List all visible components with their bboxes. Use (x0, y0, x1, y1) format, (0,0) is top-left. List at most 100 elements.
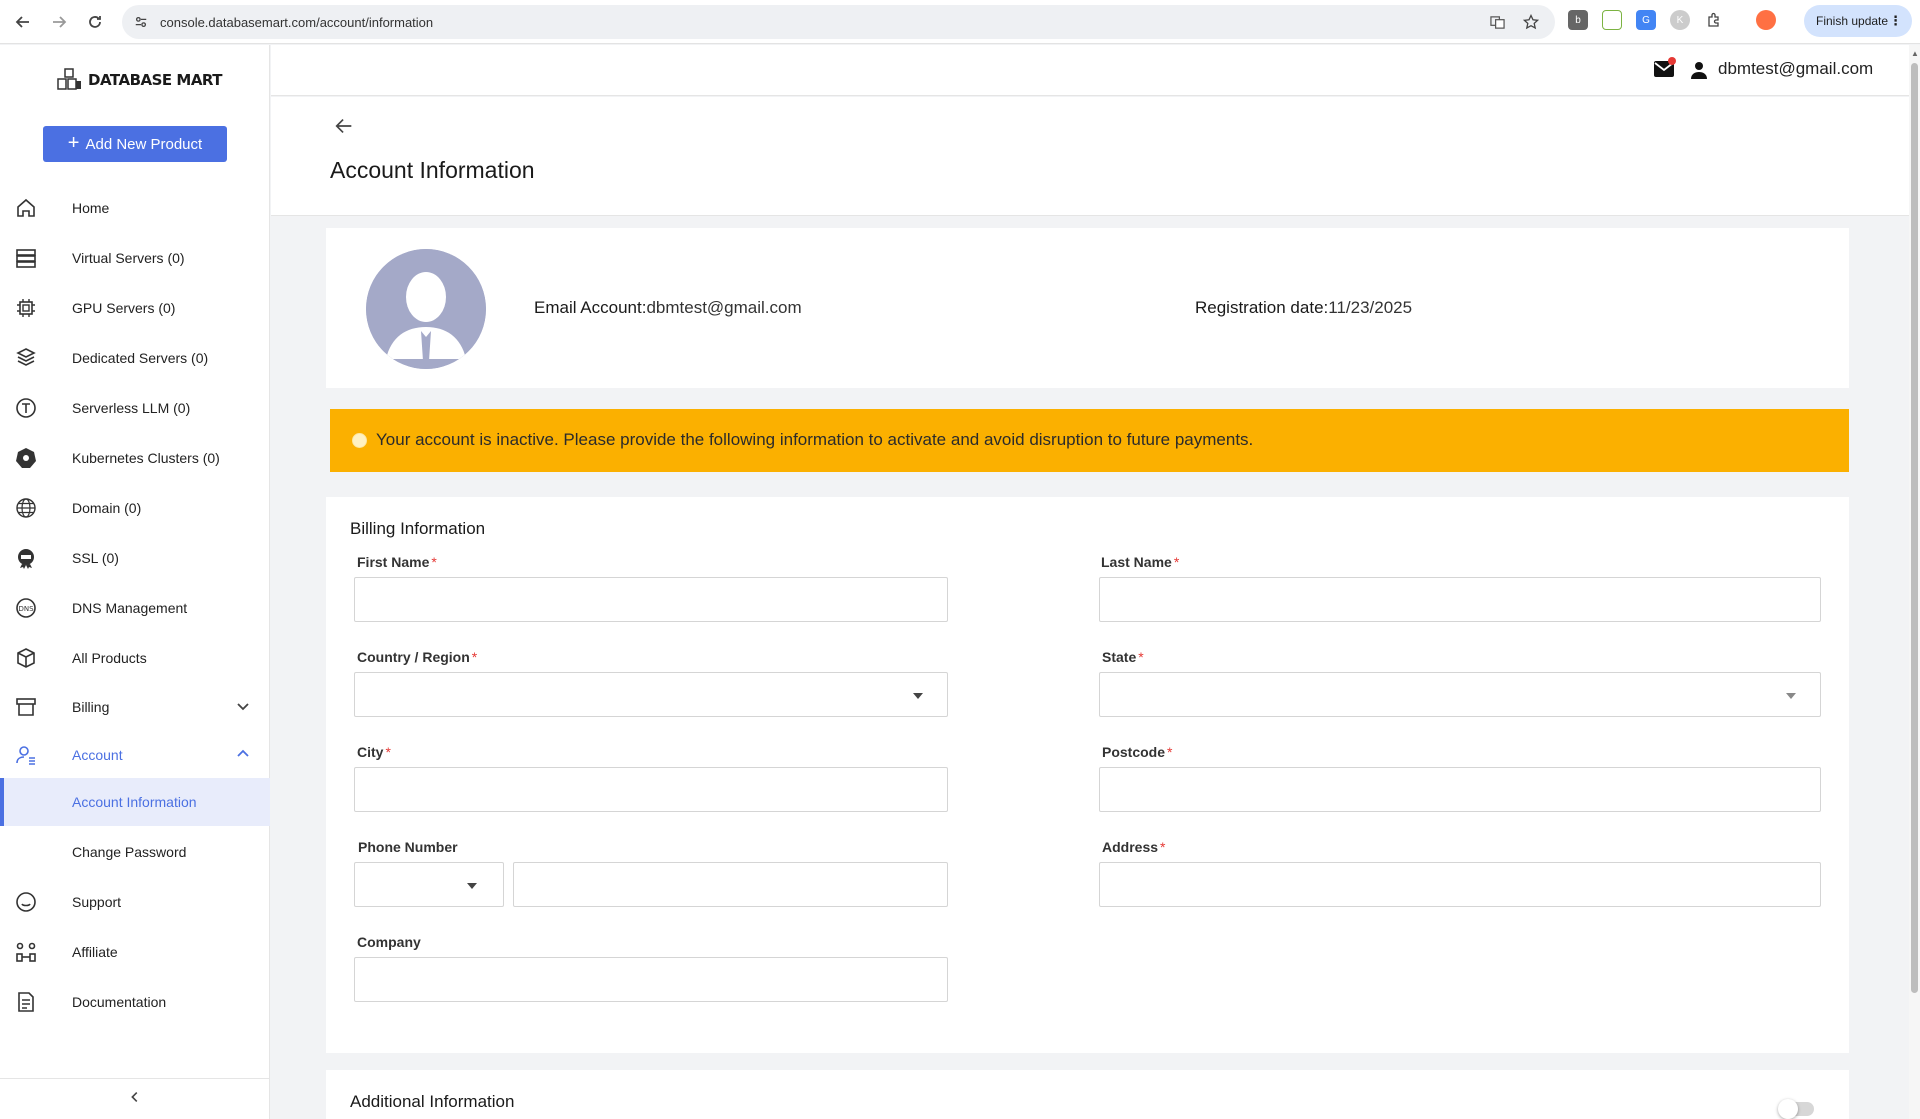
sidebar-item-affiliate[interactable]: Affiliate (0, 928, 270, 976)
chevron-up-icon[interactable] (234, 745, 252, 763)
home-icon (14, 196, 38, 220)
chevron-down-icon[interactable] (234, 697, 252, 715)
address-bar[interactable]: console.databasemart.com/account/informa… (122, 5, 1555, 39)
sidebar-item-support[interactable]: Support (0, 878, 270, 926)
svg-text:DNS: DNS (18, 605, 34, 613)
address-field[interactable] (1099, 862, 1821, 907)
email-account-value: dbmtest@gmail.com (646, 298, 802, 317)
sidebar-item-label: Support (72, 894, 122, 910)
first-name-label-text: First Name (357, 554, 430, 570)
additional-section-title: Additional Information (350, 1092, 515, 1111)
finish-update-button[interactable]: Finish update ⋮ (1804, 5, 1912, 37)
collapse-sidebar-button[interactable] (0, 1078, 270, 1119)
reload-icon[interactable] (84, 11, 106, 33)
site-settings-icon[interactable] (132, 13, 150, 31)
sidebar-item-serverless-llm[interactable]: Serverless LLM (0) (0, 384, 270, 432)
avatar (366, 249, 486, 369)
address-label-text: Address (1102, 839, 1159, 855)
sidebar-item-domain[interactable]: Domain (0) (0, 484, 270, 532)
box-icon (14, 646, 38, 670)
additional-information-toggle[interactable] (1778, 1099, 1814, 1119)
phone-country-code-select[interactable] (354, 862, 504, 907)
extensions-puzzle-icon[interactable] (1704, 10, 1724, 30)
company-label-text: Company (357, 934, 421, 950)
sidebar-item-label: Account Information (72, 794, 197, 810)
menu-dots-icon[interactable]: ⋮ (1889, 13, 1902, 29)
phone-number-field[interactable] (513, 862, 948, 907)
billing-information-card: Billing Information First Name * Last Nam… (326, 497, 1849, 1053)
back-arrow-icon[interactable] (333, 115, 357, 139)
sidebar-item-account-information[interactable]: Account Information (0, 778, 270, 826)
sidebar-item-ssl[interactable]: SSL (0) (0, 534, 270, 582)
extension-translate-icon[interactable]: G (1636, 10, 1656, 30)
user-email[interactable]: dbmtest@gmail.com (1718, 59, 1873, 79)
alert-text: Your account is inactive. Please provide… (376, 430, 1254, 449)
state-label-text: State (1102, 649, 1137, 665)
sidebar-item-label: GPU Servers (0) (72, 300, 176, 316)
sidebar-item-kubernetes[interactable]: Kubernetes Clusters (0) (0, 434, 270, 482)
page-scrollbar[interactable]: ▲ (1909, 45, 1920, 1119)
cube-stack-icon (14, 346, 38, 370)
state-select[interactable] (1099, 672, 1821, 717)
sidebar-item-dedicated-servers[interactable]: Dedicated Servers (0) (0, 334, 270, 382)
required-mark: * (1167, 744, 1173, 760)
sidebar-item-dns[interactable]: DNS DNS Management (0, 584, 270, 632)
user-icon[interactable] (1690, 61, 1708, 79)
sidebar-item-documentation[interactable]: Documentation (0, 978, 270, 1026)
city-label-text: City (357, 744, 384, 760)
sidebar-item-label: Billing (72, 699, 110, 715)
sidebar-item-change-password[interactable]: Change Password (0, 828, 270, 876)
sidebar-item-label: DNS Management (72, 600, 188, 616)
sidebar-item-label: Home (72, 200, 110, 216)
chevron-left-icon (127, 1089, 143, 1110)
top-header: dbmtest@gmail.com (271, 45, 1909, 96)
first-name-field[interactable] (354, 577, 948, 622)
bookmark-star-icon[interactable] (1521, 12, 1541, 32)
sidebar-item-gpu-servers[interactable]: GPU Servers (0) (0, 284, 270, 332)
logo-icon (56, 67, 82, 93)
required-mark: * (1138, 649, 1144, 665)
last-name-label: Last Name * (1101, 554, 1179, 570)
caret-down-icon (1786, 693, 1796, 699)
sidebar-item-account[interactable]: Account (0, 731, 270, 779)
add-new-product-button[interactable]: + Add New Product (43, 126, 227, 162)
country-label-text: Country / Region (357, 649, 470, 665)
llm-icon (14, 396, 38, 420)
sidebar-item-label: All Products (72, 650, 147, 666)
scroll-thumb[interactable] (1911, 63, 1918, 993)
country-select[interactable] (354, 672, 948, 717)
kubernetes-icon (14, 446, 38, 470)
back-icon[interactable] (12, 11, 34, 33)
city-field[interactable] (354, 767, 948, 812)
extension-k-icon[interactable]: K (1670, 10, 1690, 30)
required-mark: * (431, 554, 437, 570)
translate-icon[interactable] (1487, 12, 1507, 32)
sidebar-item-home[interactable]: Home (0, 184, 270, 232)
logo[interactable]: DATABASE MART (56, 67, 223, 93)
extension-sheet-icon[interactable] (1602, 10, 1622, 30)
sidebar-item-label: Kubernetes Clusters (0) (72, 450, 220, 466)
profile-avatar-icon[interactable] (1756, 10, 1776, 30)
postcode-field[interactable] (1099, 767, 1821, 812)
caret-down-icon (467, 883, 477, 889)
registration-date: Registration date:11/23/2025 (1195, 298, 1412, 318)
last-name-field[interactable] (1099, 577, 1821, 622)
sidebar-item-virtual-servers[interactable]: Virtual Servers (0) (0, 234, 270, 282)
required-mark: * (471, 649, 478, 665)
affiliate-icon (14, 940, 38, 964)
company-field[interactable] (354, 957, 948, 1002)
extension-1-icon[interactable]: b (1568, 10, 1588, 30)
server-stack-icon (14, 246, 38, 270)
required-mark: * (1160, 839, 1166, 855)
sidebar-item-all-products[interactable]: All Products (0, 634, 270, 682)
scroll-up-arrow-icon[interactable]: ▲ (1911, 49, 1919, 58)
required-mark: * (385, 744, 391, 760)
sidebar-item-label: Domain (0) (72, 500, 142, 516)
sidebar-item-billing[interactable]: Billing (0, 683, 270, 731)
info-dot-icon (352, 433, 367, 448)
email-account: Email Account:dbmtest@gmail.com (534, 298, 802, 318)
forward-icon[interactable] (48, 11, 70, 33)
document-icon (14, 990, 38, 1014)
additional-information-card: Additional Information (326, 1070, 1849, 1119)
sidebar: DATABASE MART + Add New Product Home Vir… (0, 45, 270, 1119)
